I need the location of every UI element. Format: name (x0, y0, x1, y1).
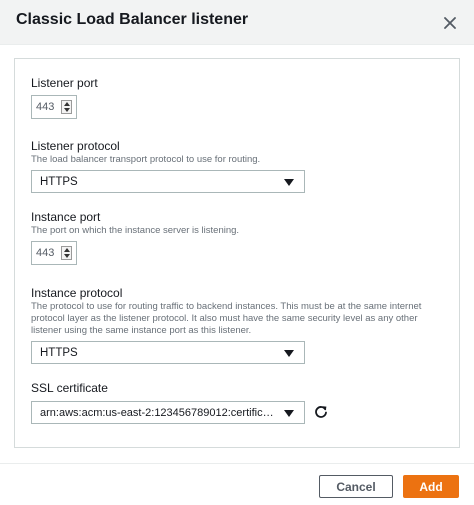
instance-port-value: 443 (36, 247, 55, 259)
listener-dialog: Classic Load Balancer listener Listener … (0, 0, 474, 505)
listener-port-stepper[interactable]: 443 (31, 95, 77, 119)
add-button[interactable]: Add (403, 475, 459, 498)
instance-protocol-label: Instance protocol (31, 286, 123, 300)
listener-port-label: Listener port (31, 76, 98, 90)
caret-down-icon (284, 350, 294, 357)
listener-protocol-description: The load balancer transport protocol to … (31, 154, 261, 165)
ssl-certificate-label: SSL certificate (31, 381, 108, 395)
listener-protocol-value: HTTPS (40, 176, 78, 188)
listener-protocol-select[interactable]: HTTPS (31, 170, 305, 193)
ssl-certificate-value: arn:aws:acm:us-east-2:123456789012:certi… (40, 407, 274, 419)
dialog-title: Classic Load Balancer listener (16, 11, 249, 28)
instance-protocol-description-line-1: The protocol to use for routing traffic … (31, 301, 422, 312)
form-panel: Listener port 443 Listener protocol The … (14, 58, 460, 448)
caret-down-icon (284, 179, 294, 186)
instance-port-label: Instance port (31, 210, 101, 224)
instance-protocol-select[interactable]: HTTPS (31, 341, 305, 364)
refresh-icon (315, 406, 327, 418)
stepper-arrows-icon[interactable] (61, 100, 72, 114)
ssl-certificate-select[interactable]: arn:aws:acm:us-east-2:123456789012:certi… (31, 401, 305, 424)
close-button[interactable] (436, 9, 464, 37)
footer-divider (0, 463, 474, 464)
instance-protocol-description-line-3: listener using the same instance port as… (31, 325, 252, 336)
listener-port-value: 443 (36, 101, 55, 113)
instance-protocol-value: HTTPS (40, 347, 78, 359)
instance-port-stepper[interactable]: 443 (31, 241, 77, 265)
dialog-header: Classic Load Balancer listener (0, 0, 474, 45)
close-icon (444, 17, 456, 29)
listener-protocol-label: Listener protocol (31, 139, 120, 153)
instance-port-description: The port on which the instance server is… (31, 225, 240, 236)
caret-down-icon (284, 410, 294, 417)
stepper-arrows-icon[interactable] (61, 246, 72, 260)
instance-protocol-description-line-2: protocol layer as the listener protocol.… (31, 313, 418, 324)
refresh-button[interactable] (311, 402, 331, 422)
cancel-button[interactable]: Cancel (319, 475, 393, 498)
